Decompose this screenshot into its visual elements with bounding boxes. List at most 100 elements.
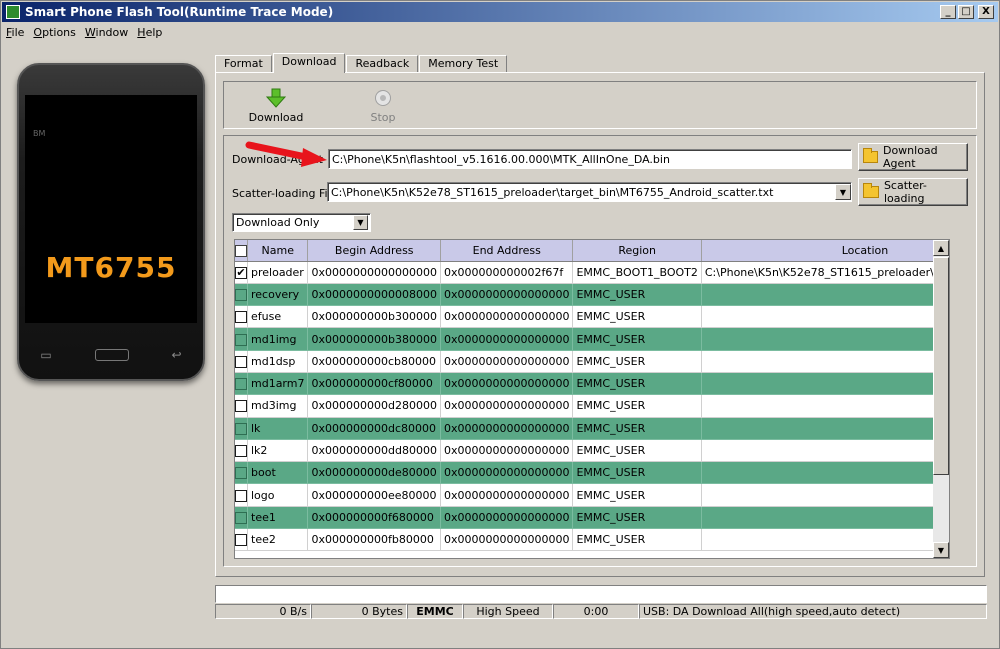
partition-location[interactable] — [701, 506, 949, 530]
table-row[interactable]: boot 0x000000000de80000 0x0000000000000000… — [235, 461, 949, 485]
partition-location[interactable] — [701, 528, 949, 552]
table-row[interactable]: md1arm7 0x000000000cf80000 0x0000000000000… — [235, 372, 949, 396]
app-icon — [6, 5, 20, 19]
status-mode: High Speed — [463, 604, 553, 619]
partition-region: EMMC_USER — [572, 528, 702, 552]
table-row[interactable]: md3img 0x000000000d280000 0x00000000000000… — [235, 394, 949, 418]
select-all-checkbox[interactable] — [235, 244, 247, 257]
table-row[interactable]: tee2 0x000000000fb80000 0x0000000000000000… — [235, 528, 949, 552]
partition-checkbox-cell[interactable]: ✔ — [235, 261, 248, 284]
download-button[interactable]: Download — [246, 87, 306, 129]
partition-checkbox-cell[interactable] — [235, 506, 248, 530]
scroll-down-icon[interactable]: ▼ — [933, 542, 949, 558]
table-row[interactable]: lk 0x000000000dc80000 0x0000000000000000 EM… — [235, 417, 949, 440]
table-row[interactable]: lk2 0x000000000dd80000 0x0000000000000000 E… — [235, 439, 949, 463]
select-all-header[interactable] — [235, 240, 248, 262]
partition-location[interactable] — [701, 305, 949, 329]
partition-checkbox[interactable] — [235, 489, 247, 502]
menu-window[interactable]: Window — [85, 26, 128, 39]
mode-dropdown-button[interactable]: ▼ — [353, 215, 368, 230]
partition-checkbox[interactable] — [235, 311, 247, 324]
partition-checkbox[interactable] — [235, 400, 247, 413]
tab-readback[interactable]: Readback — [346, 55, 419, 73]
phone-keys: ▭ ↩ — [19, 345, 203, 365]
partition-checkbox[interactable] — [235, 333, 247, 346]
menu-file[interactable]: File — [6, 26, 24, 39]
minimize-button[interactable]: _ — [940, 5, 956, 19]
partition-checkbox[interactable] — [235, 511, 247, 524]
partition-checkbox-cell[interactable] — [235, 417, 248, 440]
title-bar[interactable]: Smart Phone Flash Tool(Runtime Trace Mod… — [2, 2, 998, 22]
partition-end-address: 0x0000000000000000 — [440, 506, 574, 530]
status-speed: 0 B/s — [215, 604, 311, 619]
status-bar: 0 B/s 0 Bytes EMMC High Speed 0:00 USB: … — [215, 604, 987, 619]
partition-checkbox[interactable]: ✔ — [235, 266, 247, 279]
column-location: Location — [701, 240, 949, 262]
partition-location[interactable] — [701, 350, 949, 373]
tab-download[interactable]: Download — [272, 53, 346, 73]
tab-memory-test[interactable]: Memory Test — [419, 55, 508, 73]
table-vertical-scrollbar[interactable]: ▲ ▼ — [933, 240, 949, 558]
partition-checkbox-cell[interactable] — [235, 394, 248, 418]
partition-checkbox[interactable] — [235, 355, 247, 368]
download-mode-select[interactable]: Download Only — [232, 213, 371, 232]
partition-checkbox[interactable] — [235, 445, 247, 458]
table-row[interactable]: efuse 0x000000000b300000 0x000000000000000… — [235, 305, 949, 329]
partition-checkbox-cell[interactable] — [235, 439, 248, 463]
window-title: Smart Phone Flash Tool(Runtime Trace Mod… — [25, 5, 334, 19]
status-bytes: 0 Bytes — [311, 604, 407, 619]
partition-location[interactable] — [701, 439, 949, 463]
tab-format[interactable]: Format — [215, 55, 272, 73]
partition-region: EMMC_USER — [572, 327, 702, 351]
partition-checkbox[interactable] — [235, 378, 247, 391]
partition-checkbox-cell[interactable] — [235, 372, 248, 396]
column-name: Name — [247, 240, 309, 262]
download-agent-button[interactable]: Download Agent — [858, 143, 968, 171]
partition-checkbox-cell[interactable] — [235, 461, 248, 485]
folder-icon — [863, 183, 879, 198]
partition-location[interactable] — [701, 372, 949, 396]
red-arrow-icon — [245, 141, 327, 167]
scatter-file-select[interactable]: C:\Phone\K5n\K52e78_ST1615_preloader\tar… — [327, 182, 852, 202]
partition-checkbox[interactable] — [235, 288, 247, 301]
phone-screen: BM MT6755 — [25, 95, 197, 323]
partition-checkbox[interactable] — [235, 534, 247, 547]
partition-checkbox[interactable] — [235, 467, 247, 480]
partition-location[interactable] — [701, 283, 949, 307]
maximize-button[interactable]: □ — [958, 5, 974, 19]
partition-begin-address: 0x000000000b380000 — [307, 327, 441, 351]
partition-location[interactable] — [701, 483, 949, 507]
menu-options[interactable]: Options — [33, 26, 75, 39]
partition-location[interactable] — [701, 461, 949, 485]
partition-checkbox-cell[interactable] — [235, 483, 248, 507]
table-row[interactable]: ✔ preloader 0x0000000000000000 0x0000000000… — [235, 261, 949, 284]
table-row[interactable]: tee1 0x000000000f680000 0x0000000000000000… — [235, 506, 949, 530]
scroll-up-icon[interactable]: ▲ — [933, 240, 949, 256]
partition-end-address: 0x0000000000000000 — [440, 283, 574, 307]
partition-checkbox-cell[interactable] — [235, 305, 248, 329]
table-row[interactable]: md1dsp 0x000000000cb80000 0x00000000000000… — [235, 350, 949, 373]
partition-location[interactable] — [701, 327, 949, 351]
stop-button[interactable]: Stop — [353, 87, 413, 129]
partition-location[interactable] — [701, 417, 949, 440]
download-agent-path-field[interactable]: C:\Phone\K5n\flashtool_v5.1616.00.000\MT… — [328, 149, 852, 169]
partition-checkbox-cell[interactable] — [235, 327, 248, 351]
table-row[interactable]: logo 0x000000000ee80000 0x0000000000000000… — [235, 483, 949, 507]
table-row[interactable]: recovery 0x0000000000008000 0x000000000000… — [235, 283, 949, 307]
main-window: Smart Phone Flash Tool(Runtime Trace Mod… — [0, 0, 1000, 649]
phone-chip-label: MT6755 — [45, 251, 177, 284]
partition-checkbox-cell[interactable] — [235, 350, 248, 373]
close-button[interactable]: X — [978, 5, 994, 19]
partition-region: EMMC_USER — [572, 283, 702, 307]
scroll-thumb[interactable] — [933, 257, 949, 475]
partition-checkbox[interactable] — [235, 422, 247, 435]
scatter-loading-button[interactable]: Scatter-loading — [858, 178, 968, 206]
table-row[interactable]: md1img 0x000000000b380000 0x00000000000000… — [235, 327, 949, 351]
partition-checkbox-cell[interactable] — [235, 528, 248, 552]
partition-location[interactable] — [701, 394, 949, 418]
partition-location[interactable]: C:\Phone\K5n\K52e78_ST1615_preloader\tar… — [701, 261, 949, 284]
partition-checkbox-cell[interactable] — [235, 283, 248, 307]
status-time: 0:00 — [553, 604, 639, 619]
scatter-dropdown-button[interactable]: ▼ — [835, 184, 851, 200]
menu-help[interactable]: Help — [137, 26, 162, 39]
